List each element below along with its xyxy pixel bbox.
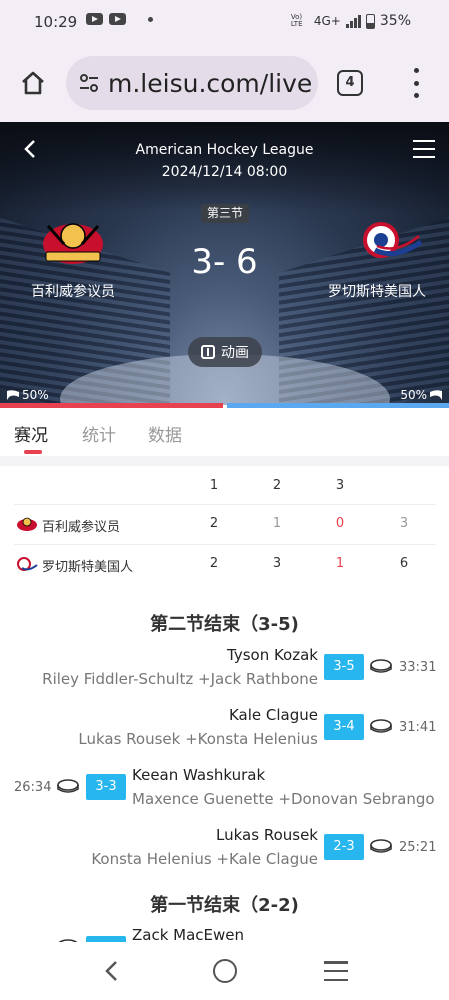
goal-event[interactable]: Zack MacEwen — [0, 924, 449, 942]
flag-icon — [430, 390, 442, 400]
home-team-logo — [17, 517, 37, 531]
status-time: 10:29 — [34, 13, 78, 31]
tab-bar: 赛况 统计 数据 — [0, 408, 449, 456]
signal-icon — [345, 14, 361, 28]
browser-menu-button[interactable] — [408, 68, 424, 98]
status-bar: 10:29 Vo) LTE 4G+ 35% — [0, 0, 449, 44]
animation-button[interactable]: 动画 — [188, 337, 262, 367]
home-button[interactable] — [16, 66, 50, 100]
puck-icon — [370, 839, 392, 853]
event-time: 25:21 — [399, 840, 437, 855]
tab-switcher-button[interactable]: 4 — [337, 70, 363, 96]
section-divider — [0, 456, 449, 466]
battery-percent: 35% — [379, 13, 411, 29]
period-summary: 第一节结束（2-2) — [150, 895, 299, 916]
active-tab-indicator — [24, 450, 42, 454]
back-icon[interactable] — [102, 959, 122, 983]
goal-event[interactable]: Lukas Rousek Konsta Helenius +Kale Clagu… — [0, 824, 449, 880]
puck-icon — [370, 719, 392, 733]
team-name: 百利威参议员 — [42, 520, 121, 535]
scorer-name: Lukas Rousek — [216, 826, 318, 844]
address-bar[interactable]: m.leisu.com/live — [66, 56, 318, 110]
table-row: 百利威参议员 2 1 0 3 — [14, 504, 436, 544]
match-datetime: 2024/12/14 08:00 — [161, 164, 288, 180]
assist-names: Riley Fiddler-Schultz +Jack Rathbone — [42, 670, 318, 688]
flag-icon — [7, 390, 19, 400]
period-score-table: 1 2 3 百利威参议员 2 1 0 3 罗切斯特美国人 2 3 1 6 — [14, 466, 436, 584]
period-summary: 第二节结束（3-5) — [150, 614, 299, 635]
scorer-name: Kale Clague — [228, 706, 318, 724]
assist-names: Maxence Guenette +Donovan Sebrango — [132, 790, 435, 808]
tab-data[interactable]: 数据 — [148, 421, 182, 446]
url-text: m.leisu.com/live — [108, 68, 313, 98]
browser-toolbar: m.leisu.com/live 4 — [0, 44, 449, 122]
goal-event[interactable]: Kale Clague Lukas Rousek +Konsta Heleniu… — [0, 704, 449, 760]
score-badge: 3-4 — [324, 714, 364, 740]
volte-label: Vo) LTE — [290, 13, 303, 28]
goal-event[interactable]: Tyson Kozak Riley Fiddler-Schultz +Jack … — [0, 644, 449, 700]
home-team-name[interactable]: 百利威参议员 — [18, 282, 128, 303]
battery-icon — [365, 13, 375, 29]
youtube-icon — [86, 13, 103, 25]
recents-icon[interactable] — [324, 961, 348, 981]
scorer-name: Zack MacEwen — [132, 926, 245, 942]
youtube-icon — [109, 13, 126, 25]
assist-names: Konsta Helenius +Kale Clague — [91, 850, 318, 868]
animation-icon — [201, 345, 215, 359]
away-team-logo — [17, 557, 38, 571]
score-badge: 3-3 — [86, 774, 126, 800]
menu-icon[interactable] — [413, 140, 435, 158]
system-navigation-bar — [0, 942, 449, 1000]
home-possession: 50% — [6, 388, 49, 402]
system-icons: Vo) LTE 4G+ 35% — [291, 13, 411, 29]
tab-stats[interactable]: 统计 — [82, 421, 116, 446]
table-header: 1 2 3 — [209, 478, 345, 493]
league-name: American Hockey League — [135, 142, 314, 158]
scorer-name: Tyson Kozak — [227, 646, 318, 664]
event-time: 26:34 — [14, 780, 52, 795]
match-score: 3- 6 — [191, 242, 258, 282]
away-possession: 50% — [400, 388, 443, 402]
scorer-name: Keean Washkurak — [132, 766, 266, 784]
site-settings-icon[interactable] — [78, 72, 100, 94]
home-circle-icon[interactable] — [213, 959, 237, 983]
home-icon — [22, 71, 44, 95]
dot-icon — [148, 16, 153, 22]
network-label: 4G+ — [313, 14, 341, 28]
assist-names: Lukas Rousek +Konsta Helenius — [78, 730, 318, 748]
event-time: 31:41 — [399, 720, 437, 735]
goal-event[interactable]: 26:34 3-3 Keean Washkurak Maxence Guenet… — [0, 764, 449, 820]
score-badge: 3-5 — [324, 654, 364, 680]
puck-icon — [57, 779, 79, 793]
score-badge: 2-3 — [324, 834, 364, 860]
match-header: American Hockey League 2024/12/14 08:00 … — [0, 122, 449, 405]
period-badge: 第三节 — [201, 204, 249, 223]
notification-icons — [86, 13, 153, 25]
away-team-name[interactable]: 罗切斯特美国人 — [322, 282, 432, 303]
puck-icon — [370, 659, 392, 673]
animation-label: 动画 — [221, 345, 249, 361]
event-time: 33:31 — [399, 660, 437, 675]
table-row: 罗切斯特美国人 2 3 1 6 — [14, 544, 436, 584]
team-name: 罗切斯特美国人 — [42, 560, 134, 575]
tab-overview[interactable]: 赛况 — [14, 421, 48, 446]
